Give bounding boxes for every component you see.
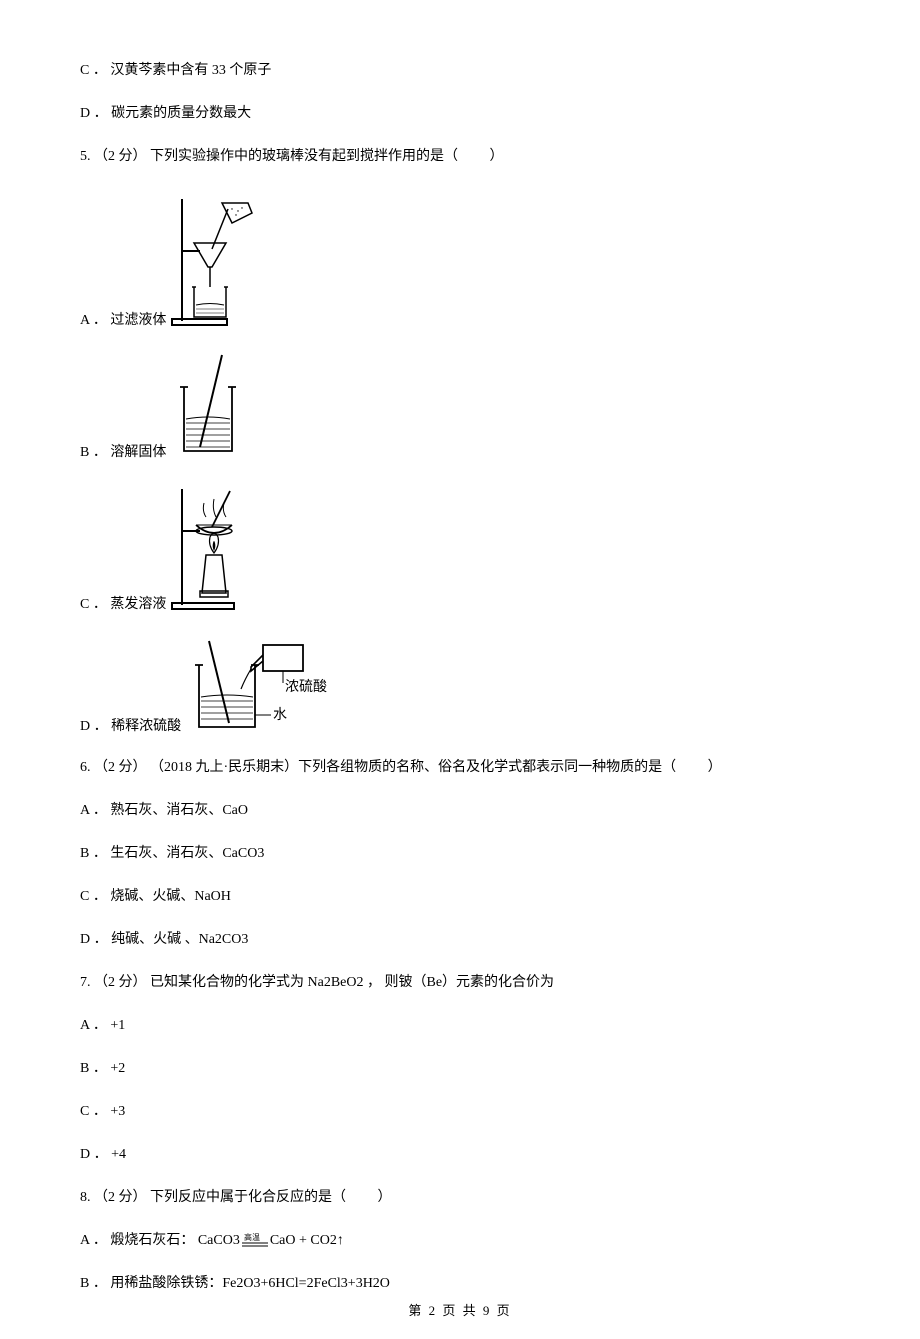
q8-option-b: B ． 用稀盐酸除铁锈：Fe2O3+6HCl=2FeCl3+3H2O — [80, 1273, 840, 1294]
q6-option-d: D ． 纯碱、火碱 、Na2CO3 — [80, 929, 840, 950]
q5-option-b: B ． 溶解固体 — [80, 351, 840, 461]
svg-text:高温: 高温 — [244, 1232, 260, 1242]
acid-label: 浓硫酸 — [285, 679, 327, 695]
dissolve-diagram-icon — [170, 351, 250, 461]
page-footer: 第 2 页 共 9 页 — [80, 1300, 840, 1319]
water-label: 水 — [273, 707, 287, 723]
q5-optC-label: C ． 蒸发溶液 — [80, 593, 166, 613]
q5-optA-label: A ． 过滤液体 — [80, 309, 166, 329]
q7-stem: 7. （2 分） 已知某化合物的化学式为 Na2BeO2 ， 则铍（Be）元素的… — [80, 972, 840, 993]
q6-option-c: C ． 烧碱、火碱、NaOH — [80, 886, 840, 907]
q8-optA-pre: A ． 煅烧石灰石： CaCO3 — [80, 1233, 240, 1248]
q4-option-d: D ． 碳元素的质量分数最大 — [80, 103, 840, 124]
q6-stem: 6. （2 分） （2018 九上·民乐期末）下列各组物质的名称、俗名及化学式都… — [80, 757, 840, 778]
q7-option-c: C ． +3 — [80, 1101, 840, 1122]
q8-stem: 8. （2 分） 下列反应中属于化合反应的是（ ） — [80, 1187, 840, 1208]
q4-option-c: C ． 汉黄芩素中含有 33 个原子 — [80, 60, 840, 81]
q5-option-a: A ． 过滤液体 — [80, 189, 840, 329]
q5-optD-label: D ． 稀释浓硫酸 — [80, 715, 181, 735]
q6-option-a: A ． 熟石灰、消石灰、CaO — [80, 800, 840, 821]
heating-condition-icon: 高温 — [240, 1232, 270, 1250]
q5-optB-label: B ． 溶解固体 — [80, 441, 166, 461]
q7-option-d: D ． +4 — [80, 1144, 840, 1165]
q5-option-c: C ． 蒸发溶液 — [80, 483, 840, 613]
q8-option-a: A ． 煅烧石灰石： CaCO3 高温 CaO + CO2↑ — [80, 1230, 840, 1251]
q7-option-b: B ． +2 — [80, 1058, 840, 1079]
q6-option-b: B ． 生石灰、消石灰、CaCO3 — [80, 843, 840, 864]
filtration-diagram-icon — [170, 189, 255, 329]
evaporation-diagram-icon — [170, 483, 255, 613]
q5-stem: 5. （2 分） 下列实验操作中的玻璃棒没有起到搅拌作用的是（ ） — [80, 146, 840, 167]
q7-option-a: A ． +1 — [80, 1015, 840, 1036]
q5-option-d: D ． 稀释浓硫酸 — [80, 635, 840, 735]
dilute-acid-diagram-icon: 浓硫酸 水 — [185, 635, 345, 735]
q8-optA-post: CaO + CO2↑ — [270, 1233, 344, 1248]
